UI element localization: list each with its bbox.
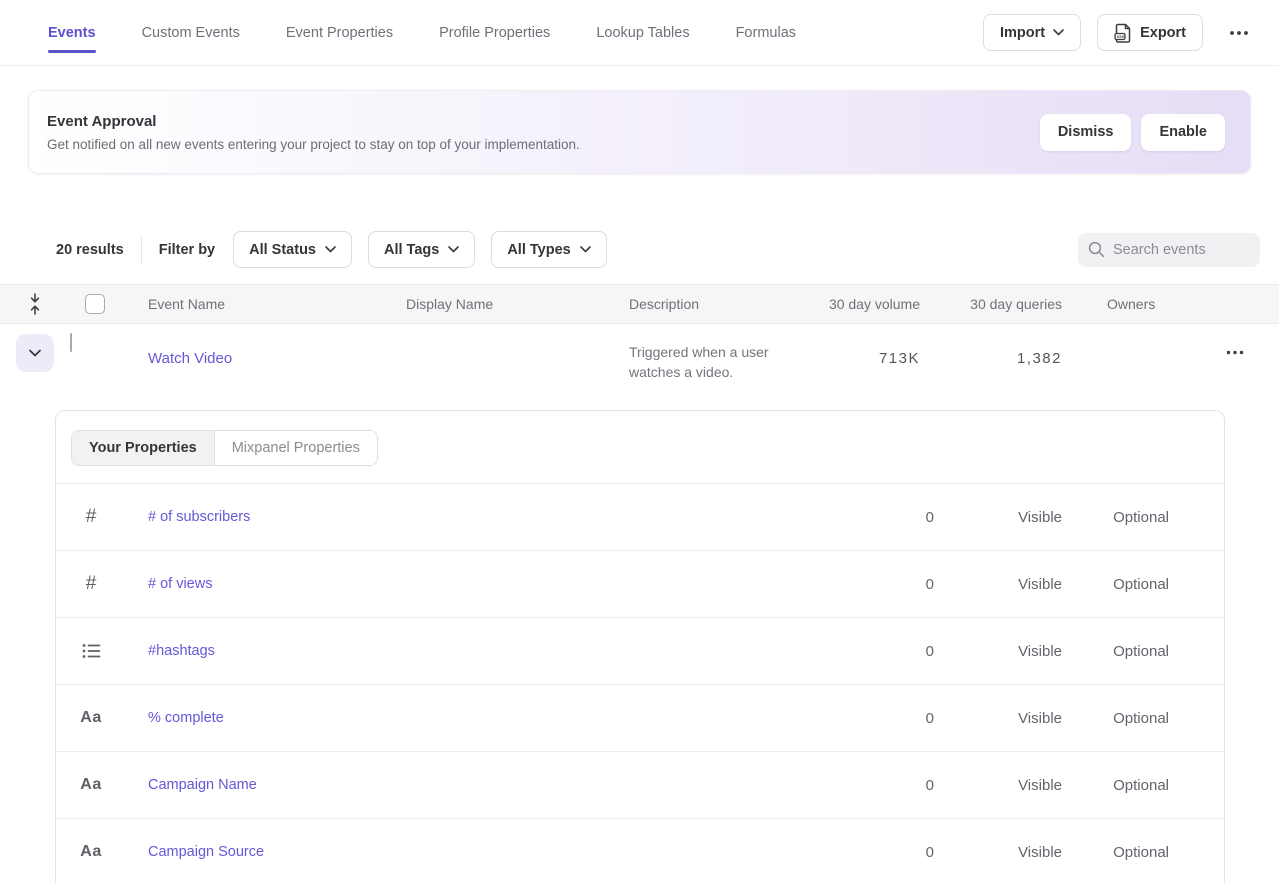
chevron-down-icon — [448, 246, 459, 253]
tab-profile-properties[interactable]: Profile Properties — [439, 0, 550, 65]
property-row: #hashtags 0 Visible Optional — [56, 618, 1224, 685]
types-filter-value: All Types — [507, 242, 570, 258]
lexicon-tabs: Events Custom Events Event Properties Pr… — [48, 0, 796, 65]
property-queries: 0 — [834, 643, 934, 660]
tags-filter-dropdown[interactable]: All Tags — [368, 231, 475, 268]
property-name-link[interactable]: Campaign Name — [126, 777, 834, 793]
collapse-row-button[interactable] — [16, 334, 54, 372]
number-icon: # — [86, 506, 97, 528]
property-name-link[interactable]: # of views — [126, 576, 834, 592]
property-requirement: Optional — [1062, 509, 1169, 526]
nav-more-button[interactable] — [1219, 24, 1259, 42]
csv-file-icon: csv — [1114, 23, 1132, 43]
event-description: Triggered when a user watches a video. — [620, 342, 798, 382]
chevron-down-icon — [580, 246, 591, 253]
tab-formulas[interactable]: Formulas — [736, 0, 796, 65]
top-navigation: Events Custom Events Event Properties Pr… — [0, 0, 1279, 66]
property-name-link[interactable]: % complete — [126, 710, 834, 726]
search-events-box[interactable] — [1078, 233, 1260, 267]
event-properties-panel: Your Properties Mixpanel Properties # # … — [55, 410, 1225, 883]
col-description: Description — [620, 296, 820, 312]
property-queries: 0 — [834, 777, 934, 794]
text-icon: Aa — [80, 709, 101, 727]
tab-your-properties[interactable]: Your Properties — [72, 431, 215, 465]
enable-button[interactable]: Enable — [1141, 114, 1225, 151]
events-table-header: Event Name Display Name Description 30 d… — [0, 284, 1279, 324]
col-owners: Owners — [1062, 296, 1190, 312]
chevron-down-icon — [325, 246, 336, 253]
search-icon — [1088, 241, 1105, 258]
banner-title: Event Approval — [47, 113, 580, 130]
property-requirement: Optional — [1062, 777, 1169, 794]
event-row-watch-video: Watch Video Triggered when a user watche… — [0, 324, 1279, 410]
svg-text:csv: csv — [1117, 34, 1125, 39]
col-display-name: Display Name — [395, 296, 620, 312]
text-icon: Aa — [80, 843, 101, 861]
status-filter-dropdown[interactable]: All Status — [233, 231, 352, 268]
row-checkbox[interactable] — [70, 333, 72, 352]
ellipsis-icon — [1226, 350, 1244, 355]
property-row: # # of subscribers 0 Visible Optional — [56, 484, 1224, 551]
event-name-link[interactable]: Watch Video — [120, 350, 395, 367]
status-filter-value: All Status — [249, 242, 316, 258]
chevron-down-icon — [29, 349, 41, 357]
import-label: Import — [1000, 25, 1045, 41]
property-name-link[interactable]: Campaign Source — [126, 844, 834, 860]
ellipsis-icon — [1229, 30, 1249, 36]
property-name-link[interactable]: #hashtags — [126, 643, 834, 659]
import-button[interactable]: Import — [983, 14, 1081, 51]
results-count: 20 results — [56, 242, 124, 258]
property-row: Aa % complete 0 Visible Optional — [56, 685, 1224, 752]
export-label: Export — [1140, 25, 1186, 41]
dismiss-button[interactable]: Dismiss — [1040, 114, 1132, 151]
row-more-button[interactable] — [1216, 344, 1254, 361]
property-name-link[interactable]: # of subscribers — [126, 509, 834, 525]
collapse-all-button[interactable] — [0, 293, 70, 315]
event-volume: 713K — [820, 350, 920, 367]
property-visibility: Visible — [934, 710, 1062, 727]
filter-bar: 20 results Filter by All Status All Tags… — [0, 231, 1279, 268]
property-requirement: Optional — [1062, 576, 1169, 593]
collapse-vertical-icon — [28, 293, 42, 315]
property-row: # # of views 0 Visible Optional — [56, 551, 1224, 618]
types-filter-dropdown[interactable]: All Types — [491, 231, 606, 268]
event-approval-banner: Event Approval Get notified on all new e… — [28, 90, 1251, 174]
tab-event-properties[interactable]: Event Properties — [286, 0, 393, 65]
property-queries: 0 — [834, 509, 934, 526]
property-requirement: Optional — [1062, 643, 1169, 660]
number-icon: # — [86, 573, 97, 595]
property-row: Aa Campaign Source 0 Visible Optional — [56, 819, 1224, 883]
property-visibility: Visible — [934, 643, 1062, 660]
tab-events[interactable]: Events — [48, 0, 96, 65]
search-events-input[interactable] — [1113, 242, 1250, 258]
col-30-day-volume: 30 day volume — [820, 296, 920, 312]
export-button[interactable]: csv Export — [1097, 14, 1203, 51]
list-icon — [82, 643, 101, 659]
tab-mixpanel-properties[interactable]: Mixpanel Properties — [215, 431, 377, 465]
property-queries: 0 — [834, 576, 934, 593]
property-queries: 0 — [834, 844, 934, 861]
text-icon: Aa — [80, 776, 101, 794]
property-visibility: Visible — [934, 576, 1062, 593]
col-event-name: Event Name — [120, 296, 395, 312]
property-requirement: Optional — [1062, 844, 1169, 861]
properties-tab-group: Your Properties Mixpanel Properties — [71, 430, 378, 466]
divider — [141, 237, 142, 263]
banner-description: Get notified on all new events entering … — [47, 137, 580, 152]
filter-by-label: Filter by — [159, 242, 215, 258]
property-visibility: Visible — [934, 844, 1062, 861]
property-queries: 0 — [834, 710, 934, 727]
select-all-checkbox[interactable] — [85, 294, 105, 314]
tab-lookup-tables[interactable]: Lookup Tables — [596, 0, 689, 65]
chevron-down-icon — [1053, 29, 1064, 36]
tab-custom-events[interactable]: Custom Events — [142, 0, 240, 65]
col-30-day-queries: 30 day queries — [920, 296, 1062, 312]
property-row: Aa Campaign Name 0 Visible Optional — [56, 752, 1224, 819]
property-visibility: Visible — [934, 509, 1062, 526]
property-requirement: Optional — [1062, 710, 1169, 727]
property-visibility: Visible — [934, 777, 1062, 794]
tags-filter-value: All Tags — [384, 242, 439, 258]
event-queries: 1,382 — [920, 350, 1062, 367]
